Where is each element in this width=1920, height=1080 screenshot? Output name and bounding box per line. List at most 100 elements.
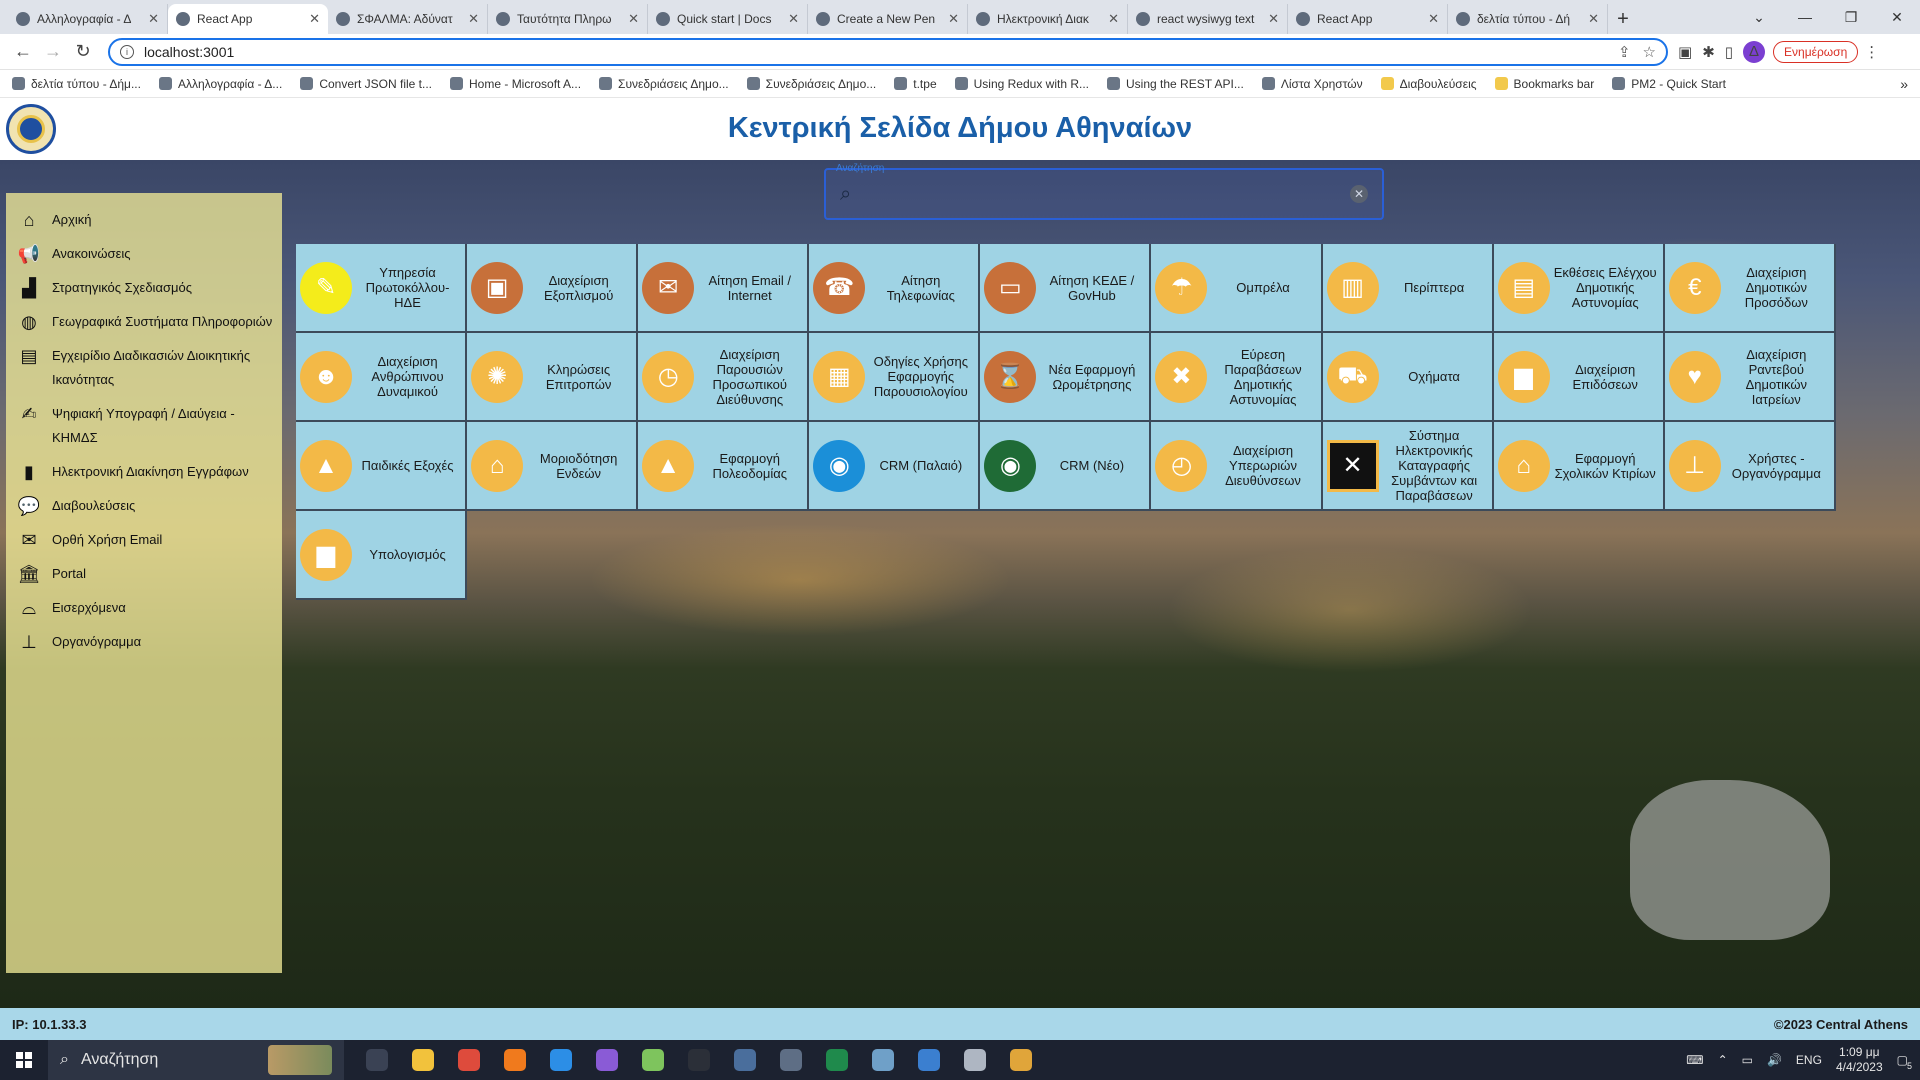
app-tile[interactable]: ⌂ Εφαρμογή Σχολικών Κτιρίων	[1493, 422, 1665, 511]
app-tile[interactable]: ✉ Αίτηση Email / Internet	[638, 244, 810, 333]
bookmark-item[interactable]: Using Redux with R...	[954, 77, 1089, 91]
tab-close-icon[interactable]: ✕	[1588, 11, 1599, 27]
browser-tab[interactable]: React App ✕	[1288, 4, 1448, 34]
tab-close-icon[interactable]: ✕	[1268, 11, 1279, 27]
tab-close-icon[interactable]: ✕	[148, 11, 159, 27]
profile-avatar[interactable]: Δ	[1743, 40, 1766, 63]
taskbar-app-button[interactable]	[768, 1040, 814, 1080]
bookmark-star-icon[interactable]: ☆	[1643, 43, 1656, 61]
app-tile[interactable]: ⊥ Χρήστες - Οργανόγραμμα	[1664, 422, 1836, 511]
start-button[interactable]	[0, 1040, 48, 1080]
taskbar-app-button[interactable]	[998, 1040, 1044, 1080]
bookmark-item[interactable]: Using the REST API...	[1107, 77, 1244, 91]
app-tile[interactable]: ▭ Αίτηση ΚΕΔΕ / GovHub	[980, 244, 1152, 333]
address-bar[interactable]: i localhost:3001 ⇪ ☆	[108, 37, 1668, 66]
sidebar-item[interactable]: ⊥ Οργανόγραμμα	[16, 625, 276, 659]
volume-icon[interactable]: 🔊	[1767, 1053, 1782, 1067]
app-tile[interactable]: ▦ Οδηγίες Χρήσης Εφαρμογής Παρουσιολογίου	[809, 333, 981, 422]
bookmark-item[interactable]: Bookmarks bar	[1494, 77, 1594, 91]
bookmark-item[interactable]: Λίστα Χρηστών	[1261, 77, 1363, 91]
browser-tab[interactable]: React App ✕	[168, 4, 328, 34]
browser-tab[interactable]: ΣΦΑΛΜΑ: Αδύνατ ✕	[328, 4, 488, 34]
bookmark-item[interactable]: Convert JSON file t...	[300, 77, 432, 91]
app-tile[interactable]: ▥ Περίπτερα	[1322, 244, 1494, 333]
taskbar-app-button[interactable]	[814, 1040, 860, 1080]
sidebar-item[interactable]: ▤ Εγχειρίδιο Διαδικασιών Διοικητικής Ικαν…	[16, 339, 276, 397]
app-tile[interactable]: ✖ Εύρεση Παραβάσεων Δημοτικής Αστυνομίας	[1151, 333, 1323, 422]
app-tile[interactable]: ▲ Παιδικές Εξοχές	[296, 422, 468, 511]
tab-close-icon[interactable]: ✕	[788, 11, 799, 27]
taskbar-app-button[interactable]	[446, 1040, 492, 1080]
browser-tab[interactable]: Ταυτότητα Πληρω ✕	[488, 4, 648, 34]
tab-close-icon[interactable]: ✕	[1108, 11, 1119, 27]
url-text[interactable]: localhost:3001	[144, 44, 1606, 60]
sidebar-item[interactable]: 💬 Διαβουλεύσεις	[16, 489, 276, 523]
bookmark-item[interactable]: Συνεδριάσεις Δημο...	[746, 77, 876, 91]
browser-menu-icon[interactable]: ⋮	[1864, 43, 1879, 61]
extensions-puzzle-icon[interactable]: ✱	[1702, 43, 1715, 61]
bookmark-item[interactable]: Διαβουλεύσεις	[1380, 77, 1477, 91]
sidebar-item[interactable]: ◍ Γεωγραφικά Συστήματα Πληροφοριών	[16, 305, 276, 339]
browser-tab[interactable]: δελτία τύπου - Δή ✕	[1448, 4, 1608, 34]
app-tile[interactable]: ✎ Υπηρεσία Πρωτοκόλλου-ΗΔΕ	[296, 244, 468, 333]
app-tile[interactable]: ⌂ Μοριοδότηση Ενδεών	[467, 422, 639, 511]
tab-close-icon[interactable]: ✕	[1428, 11, 1439, 27]
notification-icon[interactable]: ▢ 5	[1897, 1053, 1912, 1071]
tab-close-icon[interactable]: ✕	[309, 11, 320, 27]
language-indicator[interactable]: ENG	[1796, 1053, 1822, 1067]
browser-tab[interactable]: Αλληλογραφία - Δ ✕	[8, 4, 168, 34]
sidebar-item[interactable]: ▟ Στρατηγικός Σχεδιασμός	[16, 271, 276, 305]
back-button[interactable]: ←	[8, 37, 38, 67]
sidebar-item[interactable]: ⌓ Εισερχόμενα	[16, 591, 276, 625]
tab-close-icon[interactable]: ✕	[948, 11, 959, 27]
sidebar-item[interactable]: 📢 Ανακοινώσεις	[16, 237, 276, 271]
app-tile[interactable]: ◉ CRM (Νέο)	[980, 422, 1152, 511]
browser-tab[interactable]: Create a New Pen ✕	[808, 4, 968, 34]
site-info-icon[interactable]: i	[120, 44, 134, 59]
bookmark-item[interactable]: Home - Microsoft A...	[450, 77, 581, 91]
app-tile[interactable]: ☻ Διαχείριση Ανθρώπινου Δυναμικού	[296, 333, 468, 422]
tab-close-icon[interactable]: ✕	[628, 11, 639, 27]
tab-close-icon[interactable]: ✕	[468, 11, 479, 27]
taskbar-app-button[interactable]	[860, 1040, 906, 1080]
search-box[interactable]: ⌕ ✕	[824, 168, 1384, 220]
tab-search-icon[interactable]: ⌄	[1736, 9, 1782, 26]
restore-button[interactable]: ❐	[1828, 9, 1874, 26]
app-tile[interactable]: ✺ Κληρώσεις Επιτροπών	[467, 333, 639, 422]
taskbar-app-button[interactable]	[722, 1040, 768, 1080]
update-button[interactable]: Ενημέρωση	[1773, 40, 1859, 63]
close-window-button[interactable]: ✕	[1874, 9, 1920, 26]
app-tile[interactable]: ☎ Αίτηση Τηλεφωνίας	[809, 244, 981, 333]
bookmark-item[interactable]: t.tpe	[894, 77, 937, 91]
show-hidden-icons[interactable]: ⌃	[1718, 1053, 1728, 1067]
clock[interactable]: 1:09 μμ 4/4/2023	[1836, 1045, 1883, 1075]
extension-id-icon[interactable]: ▣	[1678, 43, 1692, 61]
app-tile[interactable]: ▆ Υπολογισμός	[296, 511, 468, 600]
search-highlight-image[interactable]	[268, 1045, 332, 1075]
app-tile[interactable]: ▣ Διαχείριση Εξοπλισμού	[467, 244, 639, 333]
browser-tab[interactable]: react wysiwyg text ✕	[1128, 4, 1288, 34]
bookmark-item[interactable]: Συνεδριάσεις Δημο...	[599, 77, 729, 91]
minimize-button[interactable]: —	[1782, 9, 1828, 25]
bookmark-item[interactable]: Αλληλογραφία - Δ...	[158, 77, 282, 91]
app-tile[interactable]: ⛟ Οχήματα	[1322, 333, 1494, 422]
taskbar-app-button[interactable]	[952, 1040, 998, 1080]
new-tab-button[interactable]: +	[1608, 4, 1638, 34]
reload-button[interactable]: ↻	[68, 37, 98, 67]
browser-tab[interactable]: Quick start | Docs ✕	[648, 4, 808, 34]
share-icon[interactable]: ⇪	[1618, 43, 1631, 61]
app-tile[interactable]: ✕ Σύστημα Ηλεκτρονικής Καταγραφής Συμβάντ…	[1322, 422, 1494, 511]
taskbar-app-button[interactable]	[354, 1040, 400, 1080]
sidebar-item[interactable]: ▮ Ηλεκτρονική Διακίνηση Εγγράφων	[16, 455, 276, 489]
taskbar-search[interactable]: ⌕ Αναζήτηση	[48, 1040, 344, 1080]
taskbar-app-button[interactable]	[676, 1040, 722, 1080]
taskbar-app-button[interactable]	[400, 1040, 446, 1080]
keyboard-icon[interactable]: ⌨	[1686, 1053, 1703, 1067]
search-input[interactable]	[861, 179, 1350, 209]
bookmark-item[interactable]: PM2 - Quick Start	[1612, 77, 1726, 91]
bookmarks-overflow-icon[interactable]: »	[1900, 76, 1908, 92]
app-tile[interactable]: ◷ Διαχείριση Παρουσιών Προσωπικού Διεύθυν…	[638, 333, 810, 422]
taskbar-app-button[interactable]	[630, 1040, 676, 1080]
app-tile[interactable]: ▤ Εκθέσεις Ελέγχου Δημοτικής Αστυνομίας	[1493, 244, 1665, 333]
taskbar-app-button[interactable]	[538, 1040, 584, 1080]
